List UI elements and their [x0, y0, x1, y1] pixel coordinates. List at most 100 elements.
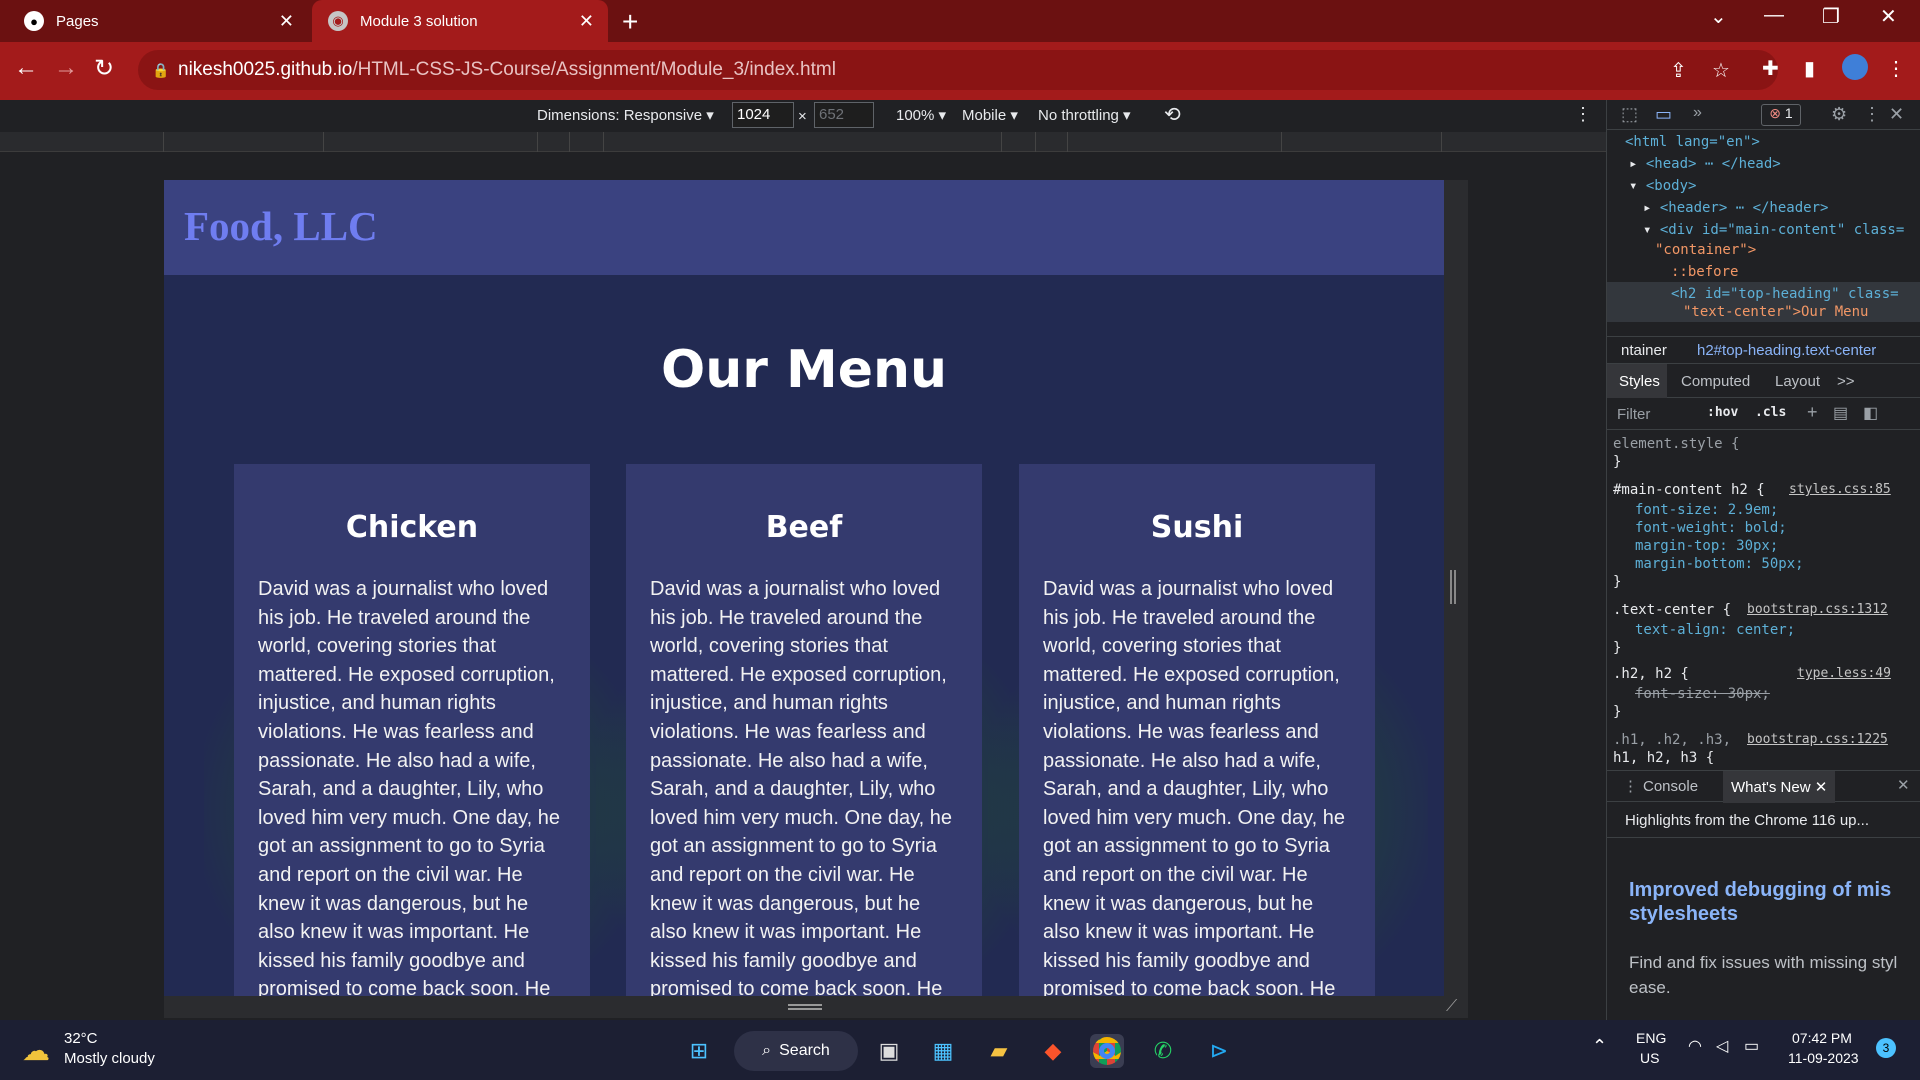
- wifi-icon[interactable]: ◠: [1688, 1036, 1702, 1056]
- throttling-dropdown[interactable]: No throttling ▾: [1038, 106, 1131, 124]
- back-icon[interactable]: ←: [14, 54, 38, 82]
- tab-styles[interactable]: Styles: [1607, 364, 1667, 398]
- device-toggle-icon[interactable]: ▭: [1655, 104, 1672, 125]
- reload-icon[interactable]: ↻: [94, 54, 114, 83]
- address-bar[interactable]: 🔒 nikesh0025.github.io/HTML-CSS-JS-Cours…: [138, 50, 1778, 90]
- close-drawer-icon[interactable]: ✕: [1897, 776, 1910, 794]
- inspect-element-icon[interactable]: ⬚: [1621, 104, 1638, 125]
- viewport-bottom-resizer[interactable]: ⟋: [164, 996, 1468, 1018]
- tab-pages[interactable]: ● Pages ✕: [8, 0, 308, 42]
- style-source-link[interactable]: type.less:49: [1797, 666, 1891, 681]
- close-tab-icon[interactable]: ✕: [579, 11, 594, 32]
- tab-whats-new[interactable]: What's New ✕: [1723, 771, 1836, 803]
- whatsapp-icon[interactable]: ✆: [1146, 1034, 1180, 1068]
- browser-titlebar: ● Pages ✕ ◉ Module 3 solution ✕ + ⌄ — ❐ …: [0, 0, 1920, 42]
- paint-icon[interactable]: ▤: [1833, 403, 1848, 423]
- close-window-icon[interactable]: ✕: [1880, 4, 1897, 29]
- profile-avatar[interactable]: [1842, 54, 1868, 80]
- start-icon[interactable]: ⊞: [682, 1034, 716, 1068]
- taskbar-search[interactable]: ⌕ Search: [734, 1031, 858, 1071]
- corner-resize-icon[interactable]: ⟋: [1446, 998, 1457, 1016]
- brave-icon[interactable]: ◆: [1036, 1034, 1070, 1068]
- style-declaration-overridden[interactable]: font-size: 30px;: [1635, 686, 1770, 702]
- restore-icon[interactable]: ❐: [1822, 4, 1840, 29]
- resize-handle-icon[interactable]: [1450, 570, 1456, 604]
- tab-layout[interactable]: Layout: [1775, 373, 1820, 390]
- dom-node[interactable]: ▾ <div id="main-content" class=: [1643, 222, 1904, 238]
- style-declaration[interactable]: font-weight: bold;: [1635, 520, 1787, 536]
- whats-new-title[interactable]: Improved debugging of mis stylesheets: [1629, 878, 1919, 926]
- new-rule-icon[interactable]: +: [1807, 402, 1818, 423]
- cls-toggle[interactable]: .cls: [1755, 405, 1786, 420]
- language-primary[interactable]: ENG: [1636, 1030, 1666, 1046]
- file-explorer-icon[interactable]: ▰: [982, 1034, 1016, 1068]
- dom-node[interactable]: <html lang="en">: [1625, 134, 1760, 150]
- new-tab-button[interactable]: +: [622, 6, 638, 38]
- volume-icon[interactable]: ◁: [1716, 1036, 1728, 1056]
- settings-gear-icon[interactable]: ⚙: [1831, 104, 1847, 125]
- device-more-icon[interactable]: ⋮: [1574, 104, 1592, 125]
- tab-search-icon[interactable]: ⌄: [1710, 4, 1727, 29]
- rotate-icon[interactable]: ⟲: [1164, 102, 1181, 127]
- style-source-link[interactable]: bootstrap.css:1312: [1747, 602, 1888, 617]
- breadcrumb-item[interactable]: ntainer: [1621, 342, 1667, 359]
- menu-kebab-icon[interactable]: ⋮: [1886, 56, 1906, 81]
- extensions-icon[interactable]: ✚: [1762, 56, 1779, 81]
- clock-time[interactable]: 07:42 PM: [1792, 1030, 1852, 1046]
- tab-computed[interactable]: Computed: [1681, 373, 1750, 390]
- card-title: Chicken: [345, 510, 479, 545]
- bookmark-star-icon[interactable]: ☆: [1712, 58, 1730, 83]
- breadcrumb-item[interactable]: h2#top-heading.text-center: [1697, 342, 1876, 359]
- weather-desc[interactable]: Mostly cloudy: [64, 1050, 155, 1067]
- style-declaration[interactable]: text-align: center;: [1635, 622, 1795, 638]
- minimize-icon[interactable]: —: [1764, 4, 1784, 27]
- dom-node[interactable]: ▸ <header> ⋯ </header>: [1643, 200, 1828, 216]
- more-panels-icon[interactable]: »: [1693, 104, 1702, 122]
- tab-more[interactable]: >>: [1837, 373, 1855, 390]
- drawer-menu-icon[interactable]: ⋮: [1623, 777, 1638, 795]
- hov-toggle[interactable]: :hov: [1707, 405, 1738, 420]
- dom-node[interactable]: ▸ <head> ⋯ </head>: [1629, 156, 1781, 172]
- style-source-link[interactable]: styles.css:85: [1789, 482, 1891, 497]
- chrome-icon[interactable]: [1090, 1034, 1124, 1068]
- zoom-dropdown[interactable]: 100% ▾: [896, 106, 946, 124]
- weather-temp[interactable]: 32°C: [64, 1030, 98, 1047]
- dom-pseudo[interactable]: ::before: [1671, 264, 1738, 280]
- viewport-right-resizer[interactable]: [1444, 180, 1468, 996]
- devtools-menu-icon[interactable]: ⋮: [1863, 104, 1881, 125]
- notification-badge[interactable]: 3: [1876, 1038, 1896, 1058]
- side-panel-icon[interactable]: ▮: [1804, 56, 1815, 81]
- clock-date[interactable]: 11-09-2023: [1788, 1050, 1859, 1066]
- battery-icon[interactable]: ▭: [1744, 1036, 1759, 1056]
- style-declaration[interactable]: font-size: 2.9em;: [1635, 502, 1778, 518]
- dom-node[interactable]: ▾ <body>: [1629, 178, 1696, 194]
- site-title[interactable]: Food, LLC: [184, 202, 378, 250]
- dom-selected-node[interactable]: <h2 id="top-heading" class= "text-center…: [1607, 282, 1920, 322]
- height-input[interactable]: 652: [814, 102, 874, 128]
- store-icon[interactable]: ▦: [926, 1034, 960, 1068]
- style-rule-selector: .h1, .h2, .h3,: [1613, 732, 1732, 748]
- language-secondary[interactable]: US: [1640, 1050, 1659, 1066]
- sidebar-toggle-icon[interactable]: ◧: [1863, 403, 1878, 423]
- tab-module-3-solution[interactable]: ◉ Module 3 solution ✕: [312, 0, 608, 42]
- drag-handle-icon[interactable]: [788, 1004, 822, 1010]
- style-declaration[interactable]: margin-top: 30px;: [1635, 538, 1778, 554]
- width-input[interactable]: 1024: [732, 102, 794, 128]
- close-devtools-icon[interactable]: ✕: [1889, 104, 1904, 125]
- close-tab-icon[interactable]: ✕: [279, 11, 294, 32]
- device-type-dropdown[interactable]: Mobile ▾: [962, 106, 1018, 124]
- dimensions-dropdown[interactable]: Dimensions: Responsive ▾: [537, 106, 714, 124]
- highlights-text[interactable]: Highlights from the Chrome 116 up...: [1625, 812, 1869, 829]
- task-view-icon[interactable]: ▣: [872, 1034, 906, 1068]
- vscode-icon[interactable]: ⊳: [1202, 1034, 1236, 1068]
- share-icon[interactable]: ⇪: [1670, 58, 1687, 83]
- style-declaration[interactable]: margin-bottom: 50px;: [1635, 556, 1804, 572]
- media-query-ruler[interactable]: [0, 132, 1606, 152]
- weather-icon[interactable]: ☁: [22, 1034, 50, 1067]
- tray-overflow-icon[interactable]: ⌃: [1592, 1036, 1607, 1057]
- tab-console[interactable]: Console: [1643, 778, 1698, 795]
- error-badge[interactable]: ⊗ 1: [1761, 104, 1801, 126]
- filter-input[interactable]: Filter: [1617, 406, 1650, 423]
- forward-icon[interactable]: →: [54, 54, 78, 82]
- style-source-link[interactable]: bootstrap.css:1225: [1747, 732, 1888, 747]
